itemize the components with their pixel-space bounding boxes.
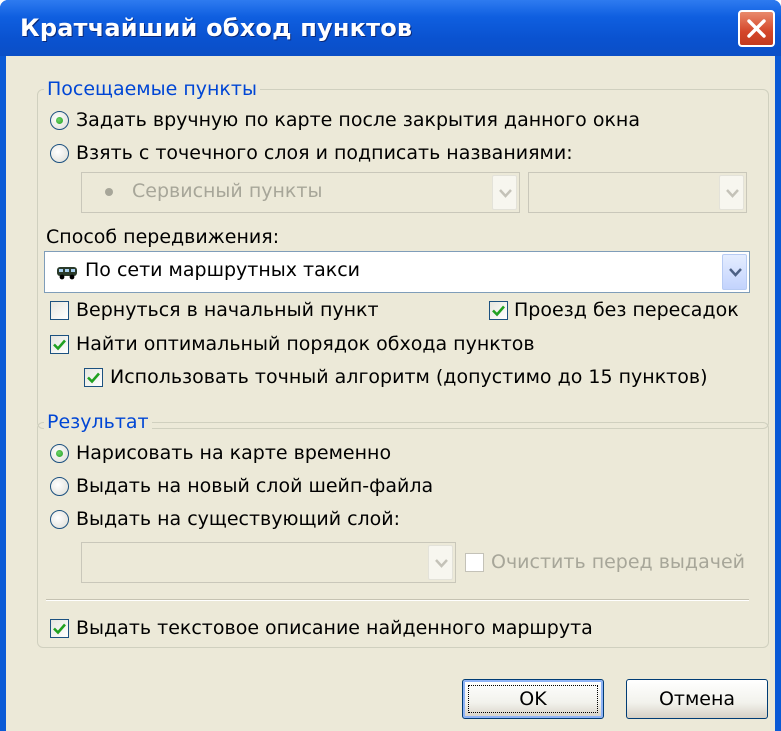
check-icon xyxy=(53,623,66,635)
return-to-start-label[interactable]: Вернуться в начальный пункт xyxy=(76,298,379,322)
dialog-body: Посещаемые пункты Задать вручную по карт… xyxy=(6,56,775,731)
movement-select-value: По сети маршрутных такси xyxy=(85,259,361,281)
movement-select-dropdown[interactable] xyxy=(722,254,747,290)
check-icon xyxy=(87,372,100,384)
radio-manual-label[interactable]: Задать вручную по карте после закрытия д… xyxy=(76,108,640,132)
check-icon xyxy=(53,339,66,351)
existing-layer-label[interactable]: Выдать на существующий слой: xyxy=(76,507,400,531)
layer-select-value: Сервисный пункты xyxy=(132,180,323,202)
result-legend: Результат xyxy=(44,411,152,433)
draw-temporarily-label[interactable]: Нарисовать на карте временно xyxy=(76,441,391,465)
movement-label: Способ передвижения: xyxy=(46,226,280,248)
result-separator xyxy=(46,599,749,601)
name-field-dropdown[interactable] xyxy=(719,175,744,210)
chevron-down-icon xyxy=(435,559,448,568)
radio-selected-dot xyxy=(56,117,63,124)
layer-select-dropdown[interactable] xyxy=(492,175,517,210)
chevron-down-icon xyxy=(729,268,742,277)
cancel-button-label: Отмена xyxy=(658,688,736,710)
movement-select[interactable]: По сети маршрутных такси xyxy=(44,251,750,293)
find-optimal-order-label[interactable]: Найти оптимальный порядок обхода пунктов xyxy=(76,332,535,356)
close-icon xyxy=(747,19,766,38)
radio-manual[interactable] xyxy=(50,111,69,130)
checkbox-no-transfers[interactable] xyxy=(489,301,508,320)
radio-new-shape-layer[interactable] xyxy=(50,477,69,496)
new-shape-layer-label[interactable]: Выдать на новый слой шейп-файла xyxy=(76,474,433,498)
ok-button-label: OK xyxy=(519,688,547,710)
visited-points-legend: Посещаемые пункты xyxy=(44,78,260,100)
checkbox-text-description[interactable] xyxy=(50,619,69,638)
exact-algorithm-label[interactable]: Использовать точный алгоритм (допустимо … xyxy=(110,365,707,389)
no-transfers-label[interactable]: Проезд без пересадок xyxy=(514,298,739,322)
minibus-icon xyxy=(57,267,77,280)
cancel-button[interactable]: Отмена xyxy=(626,679,768,719)
bullet-dot-icon xyxy=(105,188,113,196)
checkbox-return-to-start[interactable] xyxy=(50,301,69,320)
radio-from-layer-label[interactable]: Взять с точечного слоя и подписать назва… xyxy=(76,141,573,165)
existing-layer-dropdown[interactable] xyxy=(428,545,453,580)
title-bar[interactable]: Кратчайший обход пунктов xyxy=(0,0,781,56)
radio-from-layer[interactable] xyxy=(50,144,69,163)
chevron-down-icon xyxy=(726,189,739,198)
radio-selected-dot xyxy=(56,450,63,457)
radio-existing-layer[interactable] xyxy=(50,510,69,529)
close-button[interactable] xyxy=(738,10,775,47)
window-title: Кратчайший обход пунктов xyxy=(20,14,413,42)
name-field-select[interactable] xyxy=(528,172,747,213)
layer-select[interactable]: Сервисный пункты xyxy=(81,172,520,213)
chevron-down-icon xyxy=(499,189,512,198)
check-icon xyxy=(492,305,505,317)
existing-layer-select[interactable] xyxy=(81,542,456,583)
dialog-window: Кратчайший обход пунктов Посещаемые пунк… xyxy=(0,0,781,731)
checkbox-exact-algorithm[interactable] xyxy=(84,368,103,387)
ok-button[interactable]: OK xyxy=(462,679,604,719)
checkbox-find-optimal-order[interactable] xyxy=(50,335,69,354)
text-description-label[interactable]: Выдать текстовое описание найденного мар… xyxy=(76,616,593,640)
radio-draw-temporarily[interactable] xyxy=(50,444,69,463)
clear-before-output-label[interactable]: Очистить перед выдачей xyxy=(491,550,745,574)
checkbox-clear-before-output[interactable] xyxy=(465,553,484,572)
